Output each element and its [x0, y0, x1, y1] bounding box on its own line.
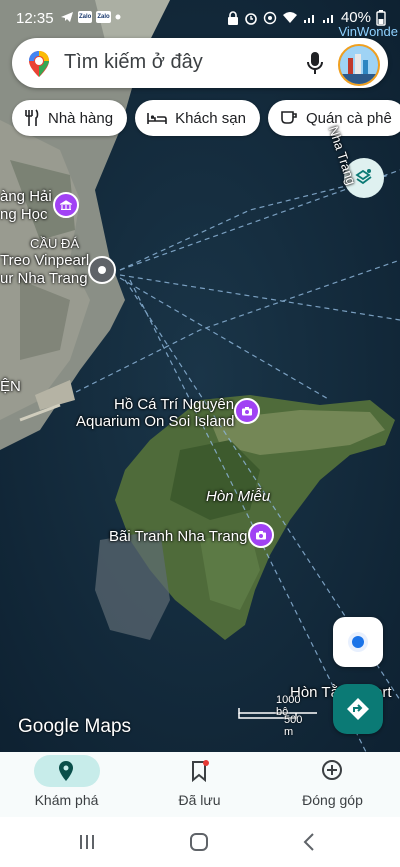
- scale-label-meters: 500 m: [284, 714, 303, 738]
- place-label: ỆN: [0, 378, 21, 395]
- google-maps-logo: Google Maps: [18, 716, 132, 737]
- microphone-icon[interactable]: [306, 51, 324, 75]
- zalo-badge-icon: Zalo: [78, 11, 93, 23]
- place-label: ng Học: [0, 206, 48, 223]
- chip-restaurants[interactable]: Nhà hàng: [12, 100, 128, 136]
- station-dot-icon: [98, 266, 106, 274]
- transit-station-marker[interactable]: [88, 256, 116, 284]
- place-label: ur Nha Trang: [0, 270, 88, 287]
- my-location-button[interactable]: [333, 617, 383, 667]
- hotspot-icon: [263, 11, 277, 24]
- nav-label: Đã lưu: [178, 792, 221, 808]
- poi-marker-bai-tranh[interactable]: [248, 522, 274, 548]
- place-label-aquarium: Aquarium On Soi Island: [76, 413, 235, 430]
- status-time: 12:35: [16, 10, 54, 27]
- place-label-aquarium: Hồ Cá Trí Nguyên: [114, 396, 235, 413]
- signal-icon: [303, 14, 314, 23]
- poi-marker[interactable]: [53, 192, 79, 218]
- nav-explore[interactable]: Khám phá: [0, 752, 133, 817]
- dot-icon: [115, 14, 121, 20]
- back-icon[interactable]: [302, 832, 316, 852]
- chip-label: Khách sạn: [175, 109, 246, 127]
- district-label: CẦU ĐÁ: [30, 236, 80, 251]
- cafe-icon: [281, 111, 297, 124]
- profile-avatar[interactable]: [338, 44, 380, 86]
- wifi-icon: [282, 12, 297, 23]
- island-label: Hòn Miễu: [206, 488, 271, 505]
- hotel-icon: [147, 113, 167, 124]
- search-input[interactable]: Tìm kiếm ở đây: [64, 51, 203, 74]
- restaurant-icon: [25, 109, 39, 126]
- nav-contribute[interactable]: Đóng góp: [266, 752, 399, 817]
- explore-pin-icon: [59, 761, 73, 781]
- location-dot-icon: [348, 632, 368, 652]
- nav-saved[interactable]: Đã lưu: [133, 752, 266, 817]
- avatar-caption: VinWonde: [338, 24, 398, 39]
- zalo-badge-icon: Zalo: [96, 11, 111, 23]
- chip-hotels[interactable]: Khách sạn: [135, 100, 260, 136]
- place-label: Treo Vinpearl: [0, 252, 90, 269]
- camera-icon: [242, 407, 252, 416]
- nav-label: Khám phá: [34, 792, 99, 808]
- directions-icon: [347, 698, 369, 720]
- nav-label: Đóng góp: [302, 792, 363, 808]
- telegram-icon: [61, 12, 73, 22]
- camera-icon: [256, 531, 266, 540]
- notification-icons: Zalo Zalo: [60, 11, 121, 23]
- place-label: àng Hải: [0, 188, 52, 205]
- avatar-photo-icon: [340, 46, 378, 84]
- chip-label: Quán cà phê: [305, 109, 392, 127]
- search-bar[interactable]: Tìm kiếm ở đây: [12, 38, 388, 88]
- map-view[interactable]: 12:35 Zalo Zalo 40% VinWonde Tìm kiếm ở …: [0, 0, 400, 752]
- bottom-navigation: Khám phá Đã lưu Đóng góp: [0, 752, 400, 817]
- signal-icon: [322, 14, 333, 23]
- system-navigation-bar: [0, 817, 400, 867]
- chip-label: Nhà hàng: [48, 109, 114, 127]
- alarm-icon: [245, 12, 257, 25]
- recent-apps-icon[interactable]: [78, 833, 96, 851]
- place-label-bai-tranh: Bãi Tranh Nha Trang: [109, 528, 248, 545]
- directions-button[interactable]: [333, 684, 383, 734]
- poi-marker-aquarium[interactable]: [234, 398, 260, 424]
- bookmark-icon: [192, 760, 209, 782]
- maps-pin-logo-icon: [29, 51, 49, 77]
- add-circle-icon: [322, 760, 342, 780]
- lock-icon: [227, 10, 238, 25]
- home-icon[interactable]: [189, 832, 209, 852]
- museum-icon: [60, 200, 72, 210]
